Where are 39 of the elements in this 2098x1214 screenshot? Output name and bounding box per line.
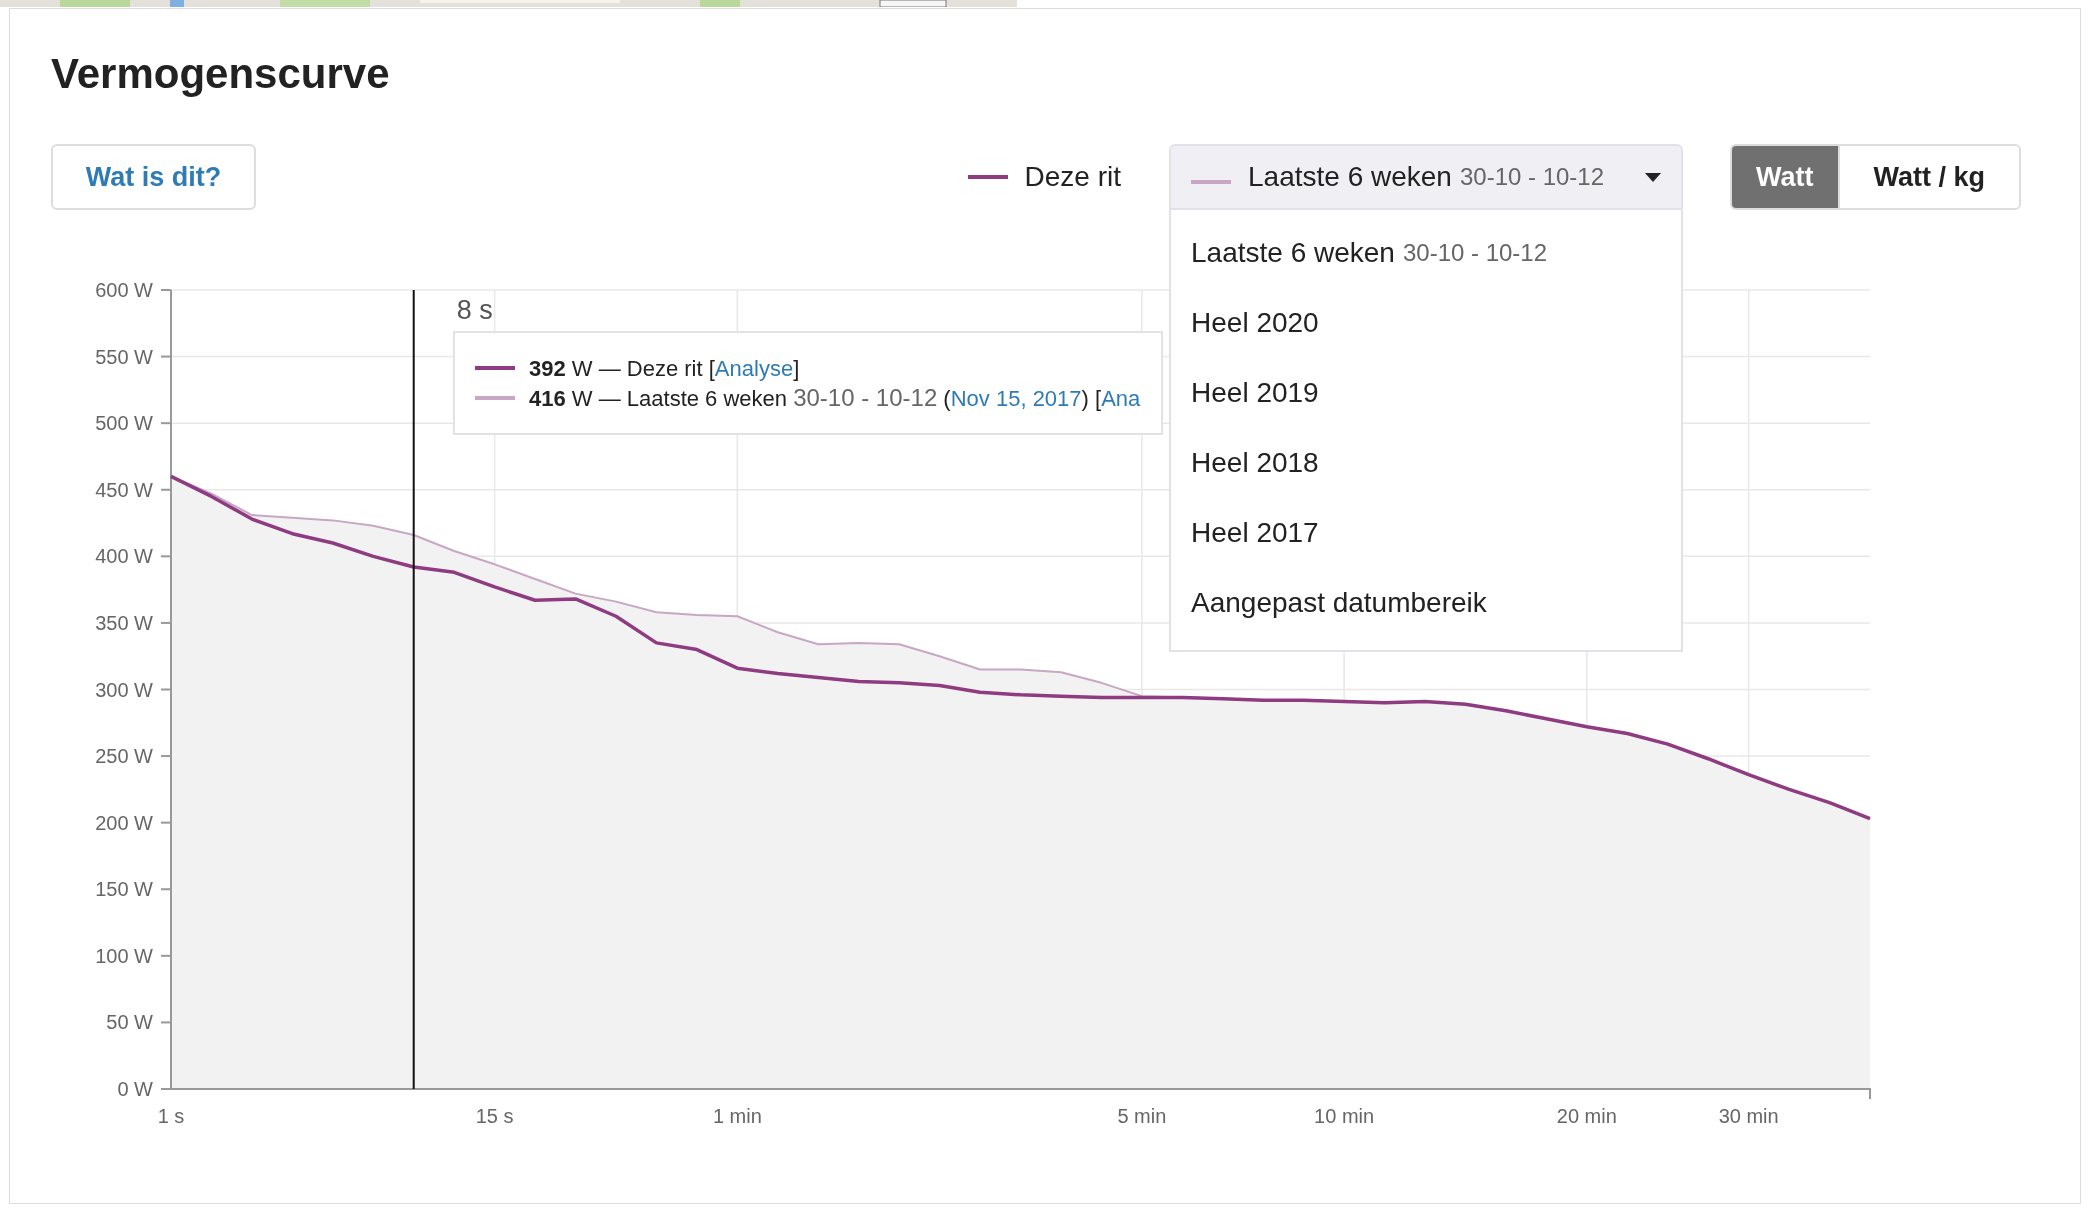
axis-label: 30 min [1718, 1105, 1779, 1127]
cursor-label: 8 s [456, 295, 493, 325]
legend-label: Deze rit [1024, 160, 1121, 194]
axis-label: 15 s [475, 1105, 514, 1127]
dropdown-option[interactable]: Heel 2019 [1171, 358, 1681, 428]
axis-label: 600 W [95, 279, 153, 301]
dropdown-option[interactable]: Heel 2020 [1171, 288, 1681, 358]
unit-toggle-button[interactable]: Watt / kg [1837, 146, 2019, 208]
dropdown-option[interactable]: Aangepast datumbereik [1171, 568, 1681, 638]
axis-label: 1 s [157, 1105, 185, 1127]
link[interactable]: Nov 15, 2017 [950, 386, 1082, 411]
dropdown-option[interactable]: Heel 2017 [1171, 498, 1681, 568]
axis-label: 150 W [95, 878, 153, 901]
axis-label: 350 W [95, 611, 153, 634]
axis-label: 50 W [106, 1011, 153, 1034]
tooltip-text: 416 W — Laatste 6 weken 30-10 - 10-12 (Nov 15, 2017) [Ana [529, 383, 1141, 413]
axis-label: 100 W [95, 944, 153, 967]
period-dropdown[interactable]: Laatste 6 weken 30-10 - 10-12 [1169, 144, 1683, 210]
tooltip-text: 392 W — Deze rit [Analyse] [529, 354, 800, 383]
caret-icon [1645, 172, 1661, 182]
axis-label: 500 W [95, 412, 153, 435]
axis-label: 0 W [117, 1078, 153, 1100]
link[interactable]: Ana [1101, 386, 1141, 411]
dropdown-option[interactable]: Heel 2018 [1171, 428, 1681, 498]
axis-label: 1 min [712, 1105, 762, 1127]
help-button[interactable]: Wat is dit? [51, 144, 256, 210]
section-title: Vermogenscurve [51, 53, 390, 95]
axis-label: 550 W [95, 345, 153, 368]
dropdown-option[interactable]: Laatste 6 weken 30-10 - 10-12 [1171, 218, 1681, 288]
axis-label: 400 W [95, 545, 153, 568]
axis-label: 450 W [95, 478, 153, 501]
axis-label: 20 min [1556, 1105, 1617, 1127]
axis-label: 300 W [95, 678, 153, 701]
axis-label: 250 W [95, 745, 153, 768]
link[interactable]: Analyse [714, 355, 794, 381]
axis-label: 10 min [1314, 1105, 1375, 1127]
axis-label: 200 W [95, 811, 153, 834]
unit-toggle-button[interactable]: Watt [1732, 146, 1838, 208]
axis-label: 5 min [1117, 1105, 1167, 1127]
